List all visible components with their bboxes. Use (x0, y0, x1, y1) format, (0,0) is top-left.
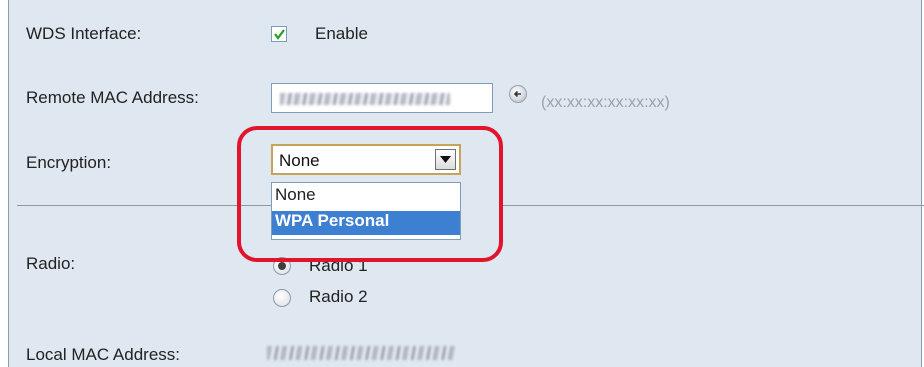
radio-label: Radio: (26, 254, 76, 273)
obscured-mac-value (280, 93, 450, 105)
section-divider (17, 205, 271, 206)
radio-selected-dot (278, 262, 286, 270)
obscured-local-mac-value (267, 346, 455, 360)
wds-interface-label: WDS Interface: (26, 24, 142, 43)
wds-enable-label: Enable (315, 24, 368, 43)
arrow-left-icon[interactable] (509, 85, 527, 103)
encryption-label: Encryption: (26, 153, 112, 172)
section-divider (503, 205, 924, 206)
wds-enable-checkbox[interactable] (271, 26, 287, 42)
wds-settings-panel: WDS Interface: Enable Remote MAC Address… (8, 0, 924, 367)
annotation-highlight-ring (237, 126, 503, 262)
remote-mac-input[interactable] (271, 83, 493, 113)
mac-format-hint: (xx:xx:xx:xx:xx:xx) (541, 94, 670, 111)
checkmark-icon (274, 29, 285, 40)
remote-mac-label: Remote MAC Address: (26, 88, 199, 107)
radio-2-button[interactable] (273, 289, 291, 307)
local-mac-label: Local MAC Address: (26, 345, 181, 364)
radio-2-label: Radio 2 (309, 287, 368, 306)
